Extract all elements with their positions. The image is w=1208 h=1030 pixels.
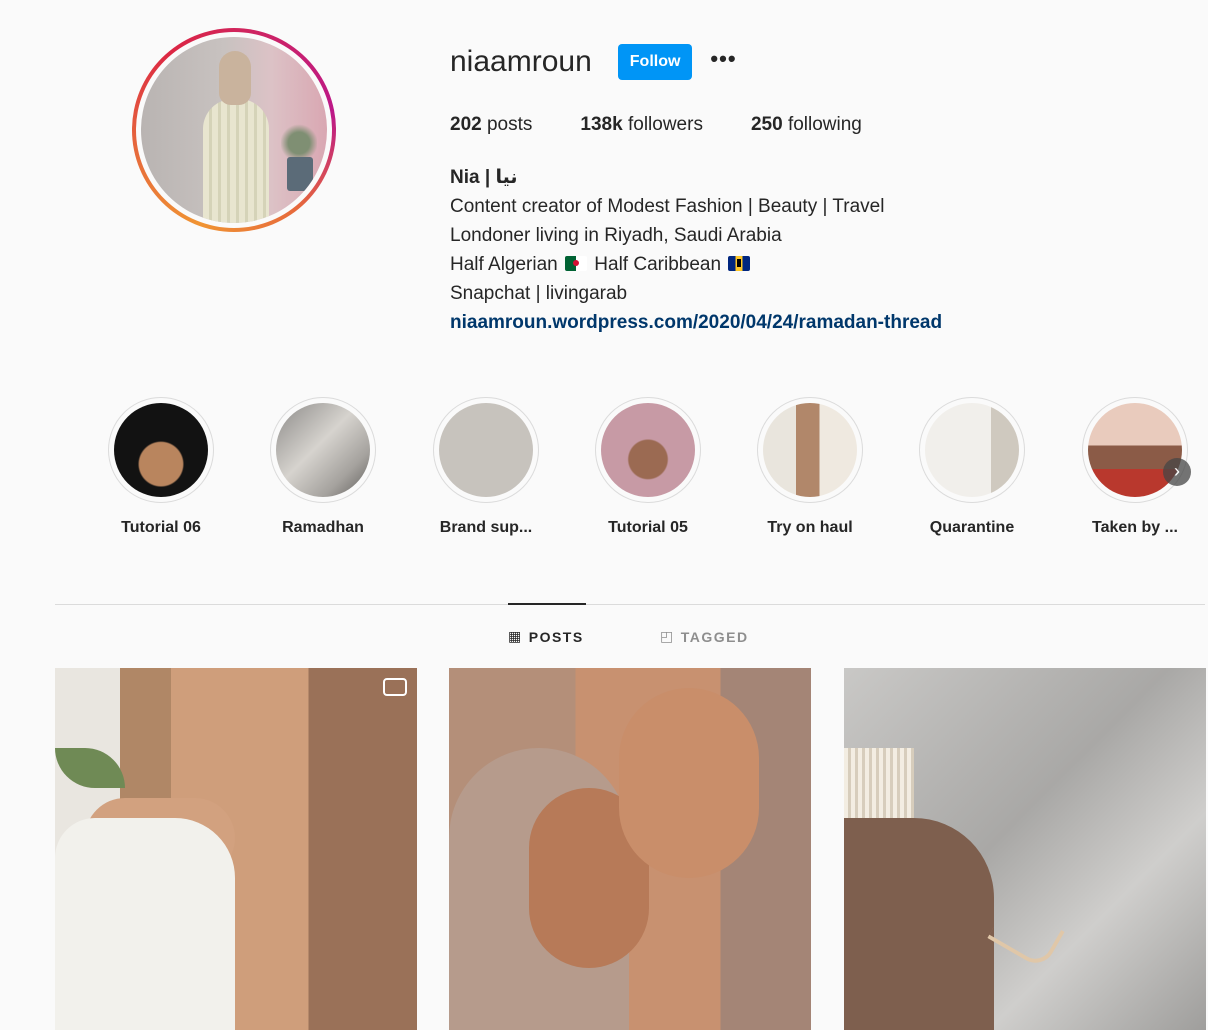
algeria-flag-icon bbox=[565, 256, 588, 271]
highlight-item[interactable]: Quarantine bbox=[912, 397, 1032, 537]
highlight-ring bbox=[270, 397, 376, 503]
tagged-user-icon: ◰ bbox=[660, 628, 675, 644]
followers-label: followers bbox=[627, 114, 703, 135]
post-sleeve bbox=[55, 818, 235, 1030]
post-sandal bbox=[987, 899, 1065, 971]
bio-line: Snapchat | livingarab bbox=[450, 283, 628, 304]
highlight-label: Taken by ... bbox=[1092, 519, 1178, 536]
barbados-flag-icon bbox=[728, 256, 751, 271]
tab-tagged-label: TAGGED bbox=[680, 628, 749, 645]
following-stat[interactable]: 250 following bbox=[751, 114, 862, 136]
profile-username: niaamroun bbox=[450, 45, 592, 78]
grid-icon: ▦ bbox=[508, 628, 523, 644]
highlight-ring bbox=[1082, 397, 1188, 503]
post-thumbnail[interactable] bbox=[449, 668, 811, 1030]
active-tab-indicator bbox=[508, 603, 586, 605]
highlight-ring bbox=[108, 397, 214, 503]
chevron-right-icon[interactable]: › bbox=[1163, 458, 1191, 486]
highlight-item[interactable]: Brand sup... bbox=[426, 397, 546, 537]
avatar-figure-body bbox=[203, 99, 269, 223]
highlight-label: Brand sup... bbox=[439, 519, 533, 536]
profile-avatar[interactable] bbox=[132, 28, 336, 232]
follow-button[interactable]: Follow bbox=[617, 44, 693, 80]
bio-heritage-a: Half Algerian bbox=[450, 254, 558, 275]
tab-posts[interactable]: ▦ POSTS bbox=[508, 628, 584, 645]
profile-stats: 202 posts 138k followers 250 following bbox=[450, 114, 910, 136]
highlight-label: Ramadhan bbox=[282, 519, 364, 536]
avatar-ring-gap bbox=[136, 32, 332, 228]
followers-count: 138k bbox=[580, 114, 623, 135]
highlight-label: Tutorial 06 bbox=[121, 519, 201, 536]
highlight-label: Tutorial 05 bbox=[608, 519, 688, 536]
highlight-label: Quarantine bbox=[929, 519, 1015, 536]
post-leg bbox=[844, 818, 994, 1030]
highlight-cover bbox=[276, 403, 370, 497]
bio-name: Nia | نيا bbox=[450, 167, 518, 188]
bio-website-link[interactable]: niaamroun.wordpress.com/2020/04/24/ramad… bbox=[450, 312, 942, 333]
highlight-cover bbox=[763, 403, 857, 497]
more-options-icon[interactable]: ••• bbox=[710, 48, 736, 75]
post-thumbnail[interactable] bbox=[55, 668, 417, 1030]
highlight-item[interactable]: Tutorial 05 bbox=[588, 397, 708, 537]
bio-line: Londoner living in Riyadh, Saudi Arabia bbox=[450, 225, 782, 246]
post-face-right bbox=[619, 688, 759, 878]
highlight-ring bbox=[595, 397, 701, 503]
highlight-ring bbox=[919, 397, 1025, 503]
bio-line: Content creator of Modest Fashion | Beau… bbox=[450, 196, 885, 217]
profile-bio: Nia | نيا Content creator of Modest Fash… bbox=[450, 163, 942, 337]
highlight-item[interactable]: Tutorial 06 bbox=[101, 397, 221, 537]
followers-stat[interactable]: 138k followers bbox=[580, 114, 703, 136]
highlight-item[interactable]: Ramadhan bbox=[263, 397, 383, 537]
highlight-ring bbox=[433, 397, 539, 503]
bio-heritage-b: Half Caribbean bbox=[594, 254, 722, 275]
following-count: 250 bbox=[750, 114, 783, 135]
highlight-label: Try on haul bbox=[767, 519, 853, 536]
highlight-cover bbox=[114, 403, 208, 497]
tabs-divider bbox=[55, 604, 1205, 605]
highlight-item[interactable]: Try on haul bbox=[750, 397, 870, 537]
posts-label: posts bbox=[486, 114, 533, 135]
highlight-cover bbox=[925, 403, 1019, 497]
avatar-figure-head bbox=[219, 51, 251, 105]
post-thumbnail[interactable] bbox=[844, 668, 1206, 1030]
reel-icon bbox=[383, 678, 407, 696]
bio-line-heritage: Half Algerian Half Caribbean bbox=[450, 250, 942, 279]
avatar-image bbox=[141, 37, 327, 223]
following-label: following bbox=[787, 114, 862, 135]
highlight-cover bbox=[439, 403, 533, 497]
tab-tagged[interactable]: ◰ TAGGED bbox=[660, 628, 749, 645]
avatar-pot bbox=[287, 157, 313, 191]
post-plant bbox=[55, 748, 125, 788]
highlight-cover bbox=[601, 403, 695, 497]
posts-stat: 202 posts bbox=[450, 114, 532, 136]
posts-count: 202 bbox=[450, 114, 482, 135]
tab-posts-label: POSTS bbox=[528, 628, 584, 645]
highlight-ring bbox=[757, 397, 863, 503]
username-row: niaamroun Follow ••• bbox=[450, 44, 737, 80]
